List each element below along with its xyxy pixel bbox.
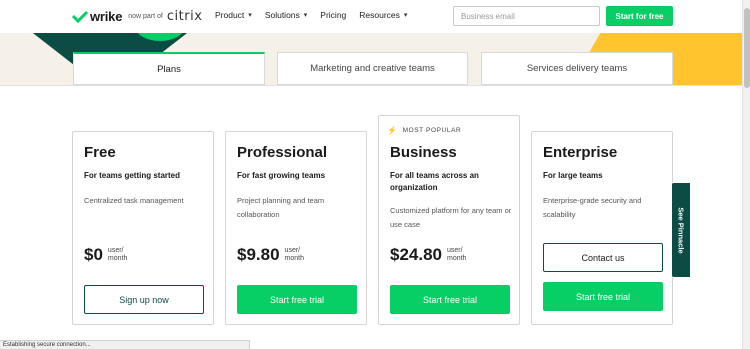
plan-card-business: ⚡ MOST POPULAR Business For all teams acr… bbox=[378, 115, 520, 325]
tab-plans[interactable]: Plans bbox=[73, 52, 265, 85]
hero-band: Plans Marketing and creative teams Servi… bbox=[0, 33, 750, 85]
chevron-down-icon: ▾ bbox=[303, 12, 308, 19]
plan-tabs: Plans Marketing and creative teams Servi… bbox=[73, 52, 685, 85]
plan-price: $24.80 user/month bbox=[390, 245, 466, 265]
start-free-trial-button[interactable]: Start free trial bbox=[390, 285, 510, 314]
tab-marketing-creative[interactable]: Marketing and creative teams bbox=[277, 52, 468, 85]
page-scrollbar[interactable] bbox=[742, 0, 750, 349]
plan-description: Project planning and team collaboration bbox=[237, 196, 325, 219]
wrike-check-icon bbox=[72, 10, 88, 23]
chevron-down-icon: ▾ bbox=[403, 12, 408, 19]
price-unit-line: month bbox=[447, 255, 467, 262]
nav-resources[interactable]: Resources ▾ bbox=[359, 10, 407, 20]
price-unit-line: month bbox=[107, 255, 128, 262]
price-unit: user/month bbox=[108, 247, 127, 263]
side-tab-label: See Pinnacle bbox=[676, 206, 686, 254]
chevron-down-icon: ▾ bbox=[248, 12, 252, 19]
part-of-label: now part of bbox=[128, 13, 163, 20]
price-unit-line: user/ bbox=[107, 247, 124, 254]
start-free-trial-button[interactable]: Start free trial bbox=[543, 282, 663, 311]
plan-price: $0 user/month bbox=[84, 245, 127, 265]
site-header: wrike now part of citrix Product ▾ Soluti… bbox=[0, 0, 750, 33]
plan-subtitle: For all teams across an organization bbox=[390, 171, 479, 192]
tab-services-delivery[interactable]: Services delivery teams bbox=[481, 52, 673, 85]
plan-description: Customized platform for any team or use … bbox=[390, 206, 512, 229]
scrollbar-thumb[interactable] bbox=[744, 8, 750, 88]
price-unit-line: user/ bbox=[447, 247, 463, 254]
price-value: $9.80 bbox=[237, 245, 280, 264]
nav-solutions[interactable]: Solutions ▾ bbox=[265, 10, 307, 20]
plan-description: Enterprise-grade security and scalabilit… bbox=[543, 196, 642, 219]
plan-name: Free bbox=[84, 144, 116, 161]
price-unit: user/month bbox=[285, 247, 304, 263]
sign-up-button[interactable]: Sign up now bbox=[84, 285, 204, 314]
plan-card-enterprise: Enterprise For large teams Enterprise-gr… bbox=[531, 131, 673, 325]
start-for-free-button[interactable]: Start for free bbox=[606, 6, 673, 26]
plan-name: Professional bbox=[237, 144, 328, 161]
email-input[interactable]: Business email bbox=[453, 6, 600, 26]
nav-product[interactable]: Product ▾ bbox=[215, 10, 252, 20]
plan-subtitle: For fast growing teams bbox=[237, 171, 326, 180]
nav-label: Solutions bbox=[264, 10, 300, 20]
plan-name: Enterprise bbox=[543, 144, 618, 161]
price-value: $24.80 bbox=[390, 245, 442, 264]
nav-label: Resources bbox=[359, 10, 400, 20]
browser-status-bar: Establishing secure connection... bbox=[0, 340, 250, 349]
brand-name: wrike bbox=[90, 9, 123, 24]
section-divider bbox=[0, 85, 750, 86]
main-nav: Product ▾ Solutions ▾ Pricing Resources ▾ bbox=[215, 10, 420, 20]
plan-name: Business bbox=[390, 144, 457, 161]
price-unit: user/month bbox=[447, 247, 466, 263]
contact-us-button[interactable]: Contact us bbox=[543, 243, 663, 272]
citrix-logo: citrix bbox=[166, 9, 203, 24]
nav-label: Pricing bbox=[320, 10, 347, 20]
see-pinnacle-tab[interactable]: See Pinnacle bbox=[672, 183, 690, 277]
nav-pricing[interactable]: Pricing bbox=[320, 10, 346, 20]
plan-card-professional: Professional For fast growing teams Proj… bbox=[225, 131, 367, 325]
nav-label: Product bbox=[215, 10, 245, 20]
plan-card-free: Free For teams getting started Centraliz… bbox=[72, 131, 214, 325]
plan-subtitle: For large teams bbox=[543, 171, 603, 180]
plan-subtitle: For teams getting started bbox=[84, 171, 181, 180]
price-unit-line: month bbox=[284, 255, 305, 262]
wrike-logo[interactable]: wrike now part of citrix bbox=[72, 9, 202, 24]
start-free-trial-button[interactable]: Start free trial bbox=[237, 285, 357, 314]
price-unit-line: user/ bbox=[284, 247, 301, 254]
lightning-icon: ⚡ bbox=[387, 126, 398, 135]
plan-description: Centralized task management bbox=[84, 196, 184, 205]
most-popular-badge: ⚡ MOST POPULAR bbox=[387, 126, 461, 135]
plan-price: $9.80 user/month bbox=[237, 245, 304, 265]
price-value: $0 bbox=[84, 245, 103, 264]
badge-label: MOST POPULAR bbox=[402, 127, 462, 134]
